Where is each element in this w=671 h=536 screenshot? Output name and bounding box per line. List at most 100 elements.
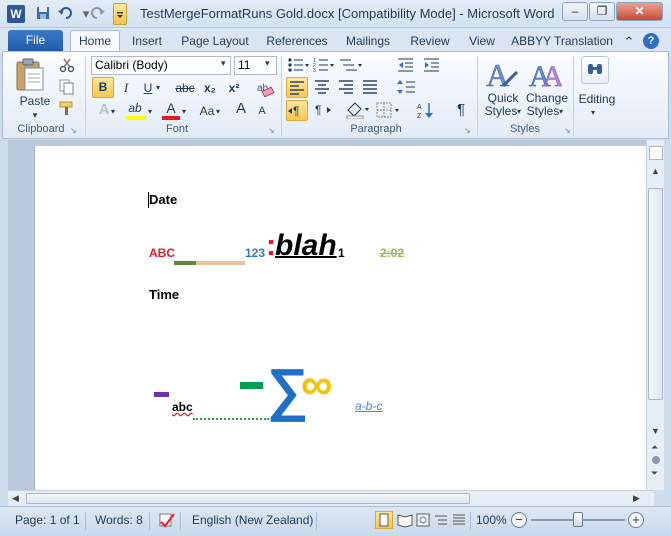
tab-references[interactable]: References: [262, 32, 332, 52]
font-size-field[interactable]: 11: [234, 56, 277, 75]
format-painter-icon[interactable]: [59, 100, 77, 119]
ruler-toggle-icon[interactable]: [649, 146, 663, 160]
highlight-button[interactable]: ab: [125, 101, 145, 120]
font-color-dropdown-icon[interactable]: ▾: [182, 103, 186, 121]
web-layout-icon[interactable]: [415, 512, 431, 531]
numbering-icon[interactable]: 123: [313, 57, 335, 76]
font-color-button[interactable]: A: [162, 101, 180, 120]
align-center-icon[interactable]: [313, 79, 331, 98]
print-layout-view-icon[interactable]: [375, 511, 393, 529]
underline-button[interactable]: U: [140, 79, 156, 97]
styles-launcher-icon[interactable]: ↘: [564, 126, 571, 135]
ltr-direction-button[interactable]: ¶: [286, 100, 308, 121]
vertical-scroll-thumb[interactable]: [648, 188, 663, 400]
scroll-down-arrow-icon[interactable]: ▼: [651, 426, 660, 436]
zoom-in-icon[interactable]: +: [628, 512, 644, 528]
paragraph-launcher-icon[interactable]: ↘: [464, 126, 471, 135]
justify-icon[interactable]: [361, 79, 379, 98]
word-app-icon[interactable]: W: [7, 5, 25, 23]
text-effects-dropdown-icon[interactable]: ▾: [111, 103, 115, 121]
customize-quick-access-icon[interactable]: [113, 3, 127, 25]
tab-mailings[interactable]: Mailings: [340, 32, 396, 52]
change-styles-dropdown-icon[interactable]: ▾: [559, 105, 563, 118]
outline-view-icon[interactable]: [433, 512, 449, 531]
shading-icon[interactable]: [345, 101, 371, 122]
language-status[interactable]: English (New Zealand): [192, 513, 313, 527]
scroll-up-arrow-icon[interactable]: ▲: [651, 166, 660, 176]
help-icon[interactable]: ?: [643, 33, 659, 49]
horizontal-scrollbar[interactable]: ◀ ▶: [8, 490, 654, 506]
tab-page-layout[interactable]: Page Layout: [176, 32, 254, 52]
font-size-dropdown-icon[interactable]: ▾: [265, 58, 270, 69]
increase-indent-icon[interactable]: [423, 57, 441, 76]
quick-styles-dropdown-icon[interactable]: ▾: [517, 105, 521, 118]
align-right-icon[interactable]: [337, 79, 355, 98]
grow-font-button[interactable]: A: [233, 100, 249, 118]
browse-object-icon[interactable]: [652, 456, 660, 464]
clipboard-launcher-icon[interactable]: ↘: [70, 126, 77, 135]
zoom-level[interactable]: 100%: [476, 513, 507, 527]
vertical-scrollbar[interactable]: ▲ ▼ ⏶ ⏷: [646, 140, 664, 490]
rtl-direction-icon[interactable]: ¶: [313, 102, 333, 121]
copy-icon[interactable]: [59, 79, 75, 98]
full-screen-reading-icon[interactable]: [397, 512, 413, 531]
shrink-font-button[interactable]: A: [255, 102, 269, 120]
font-launcher-icon[interactable]: ↘: [268, 126, 275, 135]
subscript-button[interactable]: x₂: [201, 79, 219, 97]
previous-page-icon[interactable]: ⏶: [651, 442, 658, 453]
quick-styles-icon[interactable]: A: [483, 56, 519, 93]
tab-home[interactable]: Home: [70, 30, 120, 53]
scroll-left-arrow-icon[interactable]: ◀: [12, 493, 19, 504]
superscript-button[interactable]: x²: [225, 79, 243, 97]
font-name-dropdown-icon[interactable]: ▾: [221, 58, 226, 69]
borders-icon[interactable]: [376, 102, 402, 121]
show-formatting-marks-button[interactable]: ¶: [453, 101, 469, 119]
paste-dropdown-icon[interactable]: ▾: [28, 106, 42, 124]
undo-icon[interactable]: [58, 6, 74, 22]
clear-formatting-icon[interactable]: ab: [255, 79, 275, 100]
find-binoculars-icon[interactable]: [581, 56, 609, 84]
multilevel-list-icon[interactable]: [339, 57, 363, 76]
next-page-icon[interactable]: ⏷: [651, 468, 658, 479]
restore-button[interactable]: ❐: [589, 2, 615, 21]
line-spacing-icon[interactable]: [397, 79, 419, 98]
font-name-field[interactable]: Calibri (Body): [91, 56, 231, 75]
change-styles-icon[interactable]: AA: [528, 56, 565, 94]
highlight-dropdown-icon[interactable]: ▾: [148, 103, 152, 121]
close-button[interactable]: ✕: [616, 2, 663, 21]
tab-file[interactable]: File: [8, 30, 63, 52]
save-icon[interactable]: [35, 6, 51, 22]
scroll-right-arrow-icon[interactable]: ▶: [633, 493, 640, 504]
paste-icon[interactable]: [11, 56, 51, 94]
bold-button[interactable]: B: [92, 77, 114, 98]
minimize-button[interactable]: –: [562, 2, 588, 21]
tab-review[interactable]: Review: [404, 32, 456, 52]
draft-view-icon[interactable]: [451, 512, 467, 531]
change-styles-label2[interactable]: Styles: [523, 105, 563, 118]
page-count-status[interactable]: Page: 1 of 1: [15, 513, 80, 527]
decrease-indent-icon[interactable]: [397, 57, 415, 76]
underline-dropdown-icon[interactable]: ▾: [156, 79, 160, 97]
bullets-icon[interactable]: [287, 57, 309, 76]
quick-styles-label2[interactable]: Styles: [481, 105, 521, 118]
zoom-out-icon[interactable]: −: [511, 512, 527, 528]
horizontal-scroll-thumb[interactable]: [26, 493, 470, 504]
change-case-dropdown-icon[interactable]: ▾: [216, 103, 220, 121]
italic-button[interactable]: I: [118, 79, 134, 97]
tab-view[interactable]: View: [462, 32, 502, 52]
zoom-slider-thumb[interactable]: [573, 512, 583, 527]
editing-button[interactable]: Editing: [575, 90, 619, 108]
align-left-button[interactable]: [286, 77, 308, 98]
tab-insert[interactable]: Insert: [124, 32, 170, 52]
document-page[interactable]: Date ABC 123 : blah 1 2:02 Time abc ∑ ∞ …: [34, 146, 646, 490]
cut-icon[interactable]: [59, 57, 75, 76]
tab-abbyy-translation[interactable]: ABBYY Translation: [510, 32, 614, 52]
redo-icon[interactable]: [90, 6, 106, 22]
help-caret-icon[interactable]: ⌃: [622, 32, 636, 52]
sort-icon[interactable]: AZ: [417, 101, 437, 122]
word-count-status[interactable]: Words: 8: [95, 513, 143, 527]
proofing-icon[interactable]: [158, 512, 176, 531]
editing-dropdown-icon[interactable]: ▾: [591, 104, 595, 122]
strikethrough-button[interactable]: abc: [173, 79, 197, 97]
change-case-button[interactable]: Aa: [196, 102, 218, 120]
